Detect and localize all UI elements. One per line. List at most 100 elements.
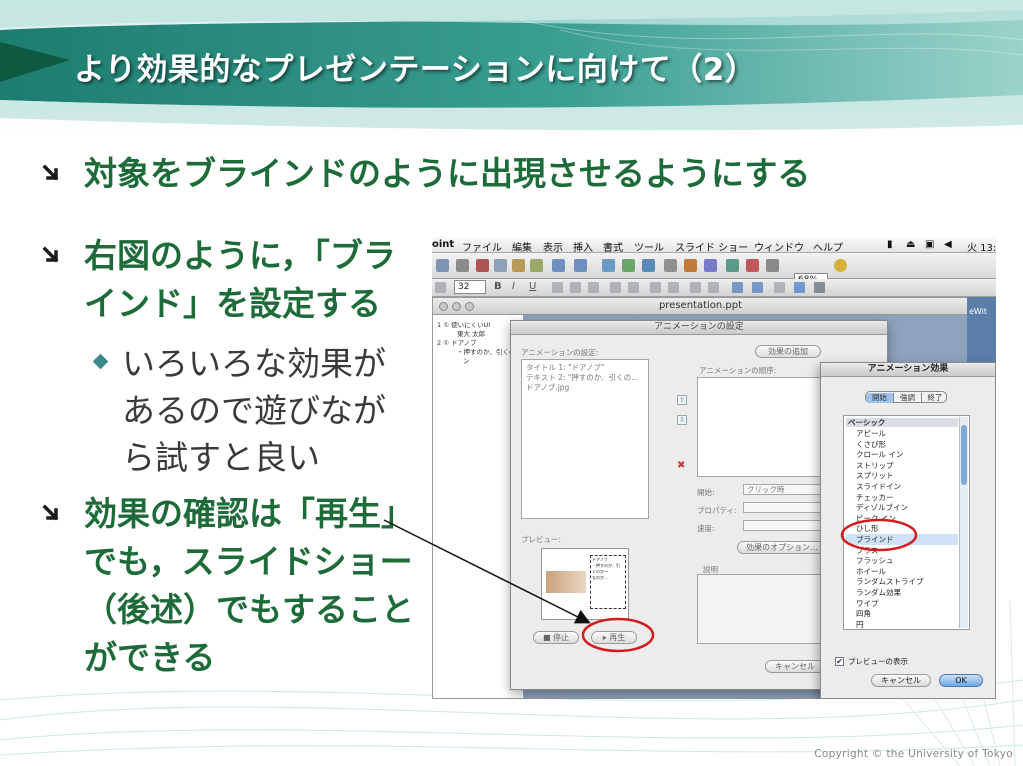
bullet-1-text: 対象をブラインドのように出現させるようにする [84,154,811,193]
move-up-icon[interactable]: ⇧ [677,395,687,405]
shape-icon[interactable] [684,259,697,272]
delete-icon[interactable]: ✖ [677,461,687,471]
outline-line: ン [463,357,470,365]
effect-item[interactable]: スプリット [856,470,894,481]
effects-scrollbar[interactable] [959,417,968,628]
font-size-select[interactable]: 32 [454,280,486,294]
slide-icon[interactable] [704,259,717,272]
effect-item[interactable]: プラス [856,545,878,556]
close-window-icon[interactable] [439,302,448,311]
menu-window[interactable]: ウィンドウ [754,239,804,254]
bullet-3-text: 効果の確認は「再生」でも，スライドショー（後述）でもすることができる [84,494,414,677]
toolbar-more-icon[interactable] [774,282,785,293]
effect-item[interactable]: ワイプ [856,598,879,609]
align-right-icon[interactable] [588,282,599,293]
help-icon[interactable] [834,259,847,272]
play-button[interactable]: ▸ 再生 [591,631,637,644]
gallery-icon[interactable] [746,259,759,272]
stop-button[interactable]: ■ 停止 [533,631,579,644]
effects-ok-button[interactable]: OK [939,674,983,687]
effect-item[interactable]: ピーク イン [856,513,896,524]
effect-item[interactable]: チェッカー [856,492,894,503]
outline-pane[interactable]: 1 ① 使いにくいUI 東大 太郎 2 ① ドアノブ ・押すのか、引くの ン [437,321,515,696]
bold-icon[interactable]: B [494,281,502,292]
align-left-icon[interactable] [552,282,563,293]
menu-view[interactable]: 表示 [543,239,563,254]
list-item[interactable]: ドアノブ.jpg [526,382,569,393]
effect-item[interactable]: 四角 [856,608,871,619]
effect-item[interactable]: ひし形 [856,523,879,534]
chart-icon[interactable] [622,259,635,272]
numbering-icon[interactable] [628,282,639,293]
redo-icon[interactable] [574,259,587,272]
font-menu-icon[interactable] [435,282,446,293]
effects-list[interactable]: ベーシック アピール くさび形 クロール イン ストリップ スプリット スライドイン チェッ… [843,415,970,630]
animation-item-list[interactable]: タイトル 1: "ドアノブ" テキスト 2: "押すのか、引くの... ドアノブ… [521,359,649,519]
outdent-icon[interactable] [708,282,719,293]
move-down-icon[interactable]: ⇩ [677,415,687,425]
effect-item[interactable]: ランダムストライプ [856,576,924,587]
effect-item[interactable]: ブラインド [846,534,958,545]
add-effect-button[interactable]: 効果の追加 [755,345,821,358]
italic-icon[interactable]: I [512,281,515,292]
effect-options-button[interactable]: 効果のオプション... [737,541,827,554]
toolbox-icon[interactable] [726,259,739,272]
effect-item[interactable]: 円 [856,619,864,629]
menu-insert[interactable]: 挿入 [573,239,593,254]
menu-slideshow[interactable]: スライド ショー [675,239,748,254]
effect-item[interactable]: くさび形 [856,439,886,450]
anim-cancel-button[interactable]: キャンセル [765,660,825,673]
paste-icon[interactable] [512,259,525,272]
print-icon[interactable] [456,259,469,272]
tab-start[interactable]: 開始 [866,393,893,403]
effect-item[interactable]: ストリップ [856,460,894,471]
doorknob-image [546,571,586,593]
effect-item[interactable]: フラッシュ [856,555,894,566]
highlight-icon[interactable] [752,282,763,293]
effect-item[interactable]: ホイール [856,566,886,577]
align-center-icon[interactable] [570,282,581,293]
menu-tools[interactable]: ツール [634,239,664,254]
formatting-toolbar: 32 B I U [432,279,996,297]
order-label: アニメーションの順序: [699,366,777,375]
menu-format[interactable]: 書式 [603,239,623,254]
increase-font-icon[interactable] [650,282,661,293]
text-effect-icon[interactable] [814,282,825,293]
window-titlebar[interactable]: presentation.ppt [433,298,968,315]
decrease-font-icon[interactable] [668,282,679,293]
effect-item[interactable]: ディゾルブイン [856,502,908,513]
picture-icon[interactable] [642,259,655,272]
new-icon[interactable] [436,259,449,272]
menu-file[interactable]: ファイル [462,239,502,254]
effect-item[interactable]: ランダム効果 [856,587,901,598]
effects-cancel-button[interactable]: キャンセル [871,674,931,687]
menu-help[interactable]: ヘルプ [813,239,843,254]
preview-checkbox-label: プレビューの表示 [848,657,908,666]
undo-icon[interactable] [552,259,565,272]
dialog-title: アニメーションの設定 [511,321,887,335]
minimize-window-icon[interactable] [452,302,461,311]
effect-item[interactable]: クロール イン [856,449,903,460]
layout-icon[interactable] [766,259,779,272]
tab-emphasis[interactable]: 強調 [893,393,921,403]
menu-app-name[interactable]: oint [432,239,454,250]
underline-icon[interactable]: U [529,281,536,292]
scroll-thumb[interactable] [961,425,967,485]
text-box-icon[interactable] [664,259,677,272]
outline-line: ・押すのか、引くの [457,348,516,356]
format-painter-icon[interactable] [530,259,543,272]
bullets-icon[interactable] [610,282,621,293]
font-color-icon[interactable] [732,282,743,293]
effect-type-tabs: 開始 強調 終了 [865,391,947,403]
preview-checkbox[interactable]: ✔ [835,657,844,666]
effect-item[interactable]: アピール [856,428,886,439]
tab-exit[interactable]: 終了 [921,393,948,403]
table-icon[interactable] [602,259,615,272]
menu-edit[interactable]: 編集 [512,239,532,254]
copy-icon[interactable] [494,259,507,272]
cut-icon[interactable] [476,259,489,272]
shadow-icon[interactable] [794,282,805,293]
zoom-window-icon[interactable] [465,302,474,311]
effect-item[interactable]: スライドイン [856,481,901,492]
indent-icon[interactable] [690,282,701,293]
